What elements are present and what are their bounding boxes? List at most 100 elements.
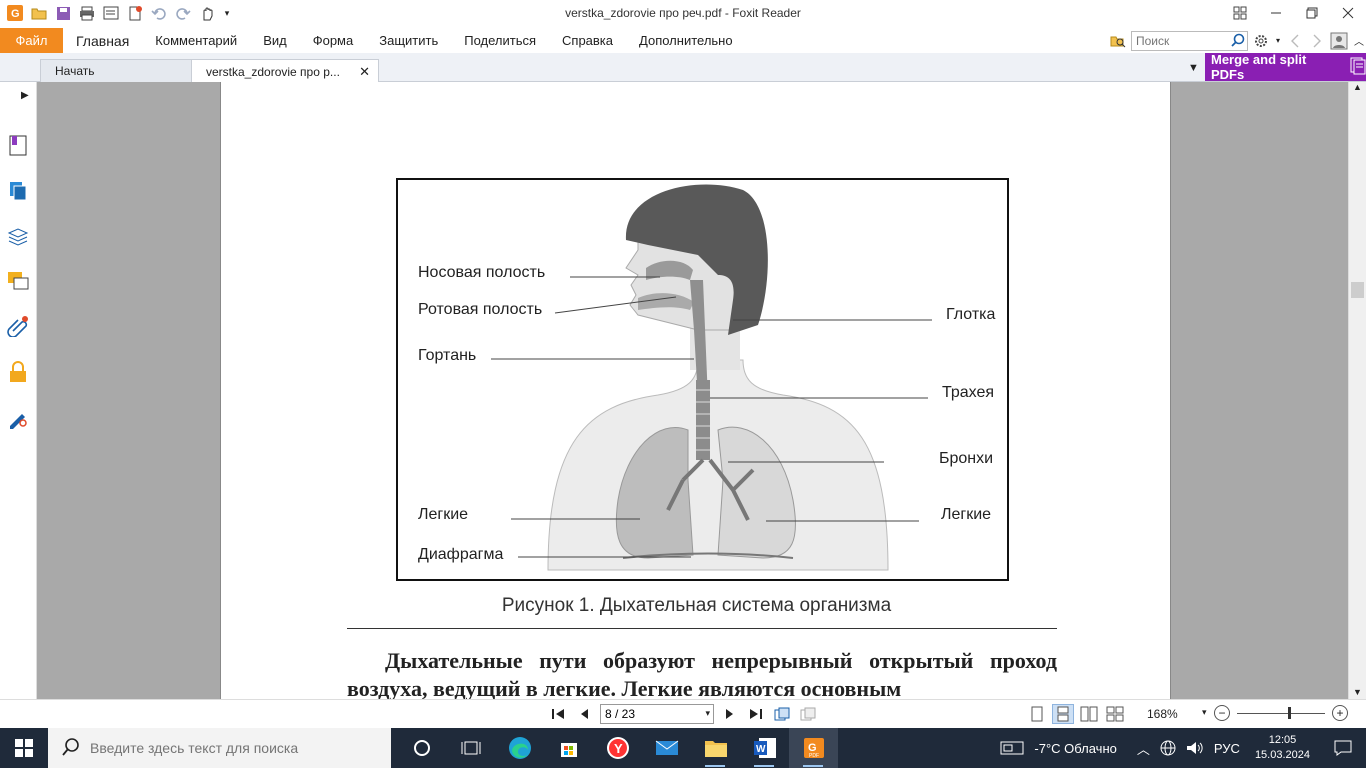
print-icon[interactable] <box>78 4 96 22</box>
open-folder-icon[interactable] <box>30 4 48 22</box>
single-page-view-icon[interactable] <box>1026 704 1048 724</box>
mail-icon[interactable] <box>642 728 691 768</box>
ribbon-collapse-icon[interactable]: ︿ <box>1352 32 1366 50</box>
settings-gear-icon[interactable] <box>1252 32 1270 50</box>
input-language[interactable]: РУС <box>1209 741 1245 756</box>
language-globe-icon[interactable] <box>1155 740 1181 756</box>
new-document-icon[interactable] <box>126 4 144 22</box>
zoom-dropdown-icon[interactable]: ▾ <box>1202 707 1207 718</box>
pages-icon[interactable] <box>7 180 29 202</box>
menu-home[interactable]: Главная <box>63 33 142 49</box>
weather-text[interactable]: -7°C Облачно <box>1029 741 1121 756</box>
word-icon[interactable]: W <box>740 728 789 768</box>
security-lock-icon[interactable] <box>7 361 29 383</box>
taskbar-search[interactable] <box>48 728 391 768</box>
foxit-reader-icon[interactable]: G PDF <box>789 728 838 768</box>
menu-view[interactable]: Вид <box>250 33 300 48</box>
document-viewer[interactable]: Носовая полость Ротовая полость Гортань … <box>37 82 1348 699</box>
bookmark-icon[interactable] <box>7 134 29 156</box>
comments-icon[interactable] <box>7 270 29 292</box>
scroll-thumb[interactable] <box>1351 282 1364 298</box>
caption-divider <box>347 628 1057 629</box>
notifications-icon[interactable] <box>1320 740 1366 756</box>
taskbar-search-input[interactable] <box>90 740 370 756</box>
taskbar-search-icon <box>62 737 80 759</box>
tab-list-dropdown-icon[interactable]: ▼ <box>1188 62 1199 74</box>
page-number-input[interactable] <box>601 705 697 723</box>
minimize-button[interactable] <box>1258 0 1294 26</box>
maximize-button[interactable] <box>1294 0 1330 26</box>
menu-help[interactable]: Справка <box>549 33 626 48</box>
start-button[interactable] <box>0 728 48 768</box>
label-larynx: Гортань <box>418 347 477 364</box>
label-nasal-cavity: Носовая полость <box>418 264 546 281</box>
clock[interactable]: 12:05 15.03.2024 <box>1245 733 1320 763</box>
menu-extra[interactable]: Дополнительно <box>626 33 746 48</box>
zoom-in-icon[interactable]: + <box>1332 705 1348 721</box>
continuous-facing-view-icon[interactable] <box>1104 704 1126 724</box>
last-page-icon[interactable] <box>746 704 766 724</box>
promo-label: Merge and split PDFs <box>1211 52 1307 82</box>
file-explorer-icon[interactable] <box>691 728 740 768</box>
hand-tool-icon[interactable] <box>198 4 216 22</box>
zoom-slider[interactable] <box>1237 713 1325 714</box>
zoom-slider-thumb[interactable] <box>1288 707 1291 719</box>
system-tray: -7°C Облачно ︿ РУС 12:05 15.03.2024 <box>995 728 1366 768</box>
previous-view-icon[interactable] <box>1286 32 1304 50</box>
task-view-icon[interactable] <box>446 728 495 768</box>
zoom-out-icon[interactable]: − <box>1214 705 1230 721</box>
search-input[interactable] <box>1132 31 1228 50</box>
signature-icon[interactable] <box>7 407 29 429</box>
microsoft-store-icon[interactable] <box>544 728 593 768</box>
menu-form[interactable]: Форма <box>300 33 367 48</box>
search-icon[interactable] <box>1231 33 1245 50</box>
menu-comment[interactable]: Комментарий <box>142 33 250 48</box>
close-button[interactable] <box>1330 0 1366 26</box>
settings-dropdown-icon[interactable]: ▾ <box>1274 32 1282 50</box>
tab-start[interactable]: Начать <box>40 59 192 82</box>
user-account-icon[interactable] <box>1330 32 1348 50</box>
zoom-level[interactable]: 168% <box>1147 707 1178 721</box>
facing-view-icon[interactable] <box>1078 704 1100 724</box>
undo-icon[interactable] <box>150 4 168 22</box>
properties-icon[interactable] <box>102 4 120 22</box>
restore-layout-icon[interactable] <box>1222 0 1258 26</box>
volume-icon[interactable] <box>1181 740 1209 756</box>
svg-text:PDF: PDF <box>809 753 819 759</box>
status-bar: ▾ 168% ▾ − + <box>0 699 1366 728</box>
first-page-icon[interactable] <box>548 704 568 724</box>
scroll-down-icon[interactable]: ▼ <box>1353 687 1362 697</box>
search-box[interactable] <box>1131 30 1248 51</box>
tab-close-icon[interactable]: ✕ <box>359 64 370 80</box>
tab-start-label: Начать <box>55 64 95 78</box>
menu-share[interactable]: Поделиться <box>451 33 549 48</box>
customize-qat-icon[interactable]: ▾ <box>222 4 232 22</box>
save-icon[interactable] <box>54 4 72 22</box>
layers-icon[interactable] <box>7 225 29 247</box>
scroll-up-icon[interactable]: ▲ <box>1353 82 1362 92</box>
merge-split-promo-button[interactable]: Merge and split PDFs <box>1205 52 1366 82</box>
label-pharynx: Глотка <box>946 306 996 323</box>
page-number-box[interactable]: ▾ <box>600 704 714 724</box>
file-menu[interactable]: Файл <box>0 28 63 53</box>
show-hidden-icons[interactable]: ︿ <box>1132 739 1155 758</box>
page-dropdown-icon[interactable]: ▾ <box>705 708 710 719</box>
previous-page-icon[interactable] <box>574 704 594 724</box>
next-view-icon[interactable] <box>798 704 818 724</box>
menu-protect[interactable]: Защитить <box>366 33 451 48</box>
vertical-scrollbar[interactable]: ▲ ▼ <box>1348 82 1366 699</box>
next-view-icon[interactable] <box>1308 32 1326 50</box>
yandex-browser-icon[interactable]: Y <box>593 728 642 768</box>
cortana-icon[interactable] <box>397 728 446 768</box>
foxit-logo-icon[interactable]: G <box>6 4 24 22</box>
redo-icon[interactable] <box>174 4 192 22</box>
attachments-icon[interactable] <box>7 315 29 337</box>
expand-panel-icon[interactable]: ▶ <box>21 90 29 101</box>
continuous-view-icon[interactable] <box>1052 704 1074 724</box>
edge-browser-icon[interactable] <box>495 728 544 768</box>
next-page-icon[interactable] <box>720 704 740 724</box>
find-folder-icon[interactable] <box>1109 32 1127 50</box>
tab-document[interactable]: verstka_zdorovie про р... ✕ <box>191 59 379 83</box>
weather-icon[interactable] <box>995 739 1029 757</box>
previous-view-icon[interactable] <box>772 704 792 724</box>
